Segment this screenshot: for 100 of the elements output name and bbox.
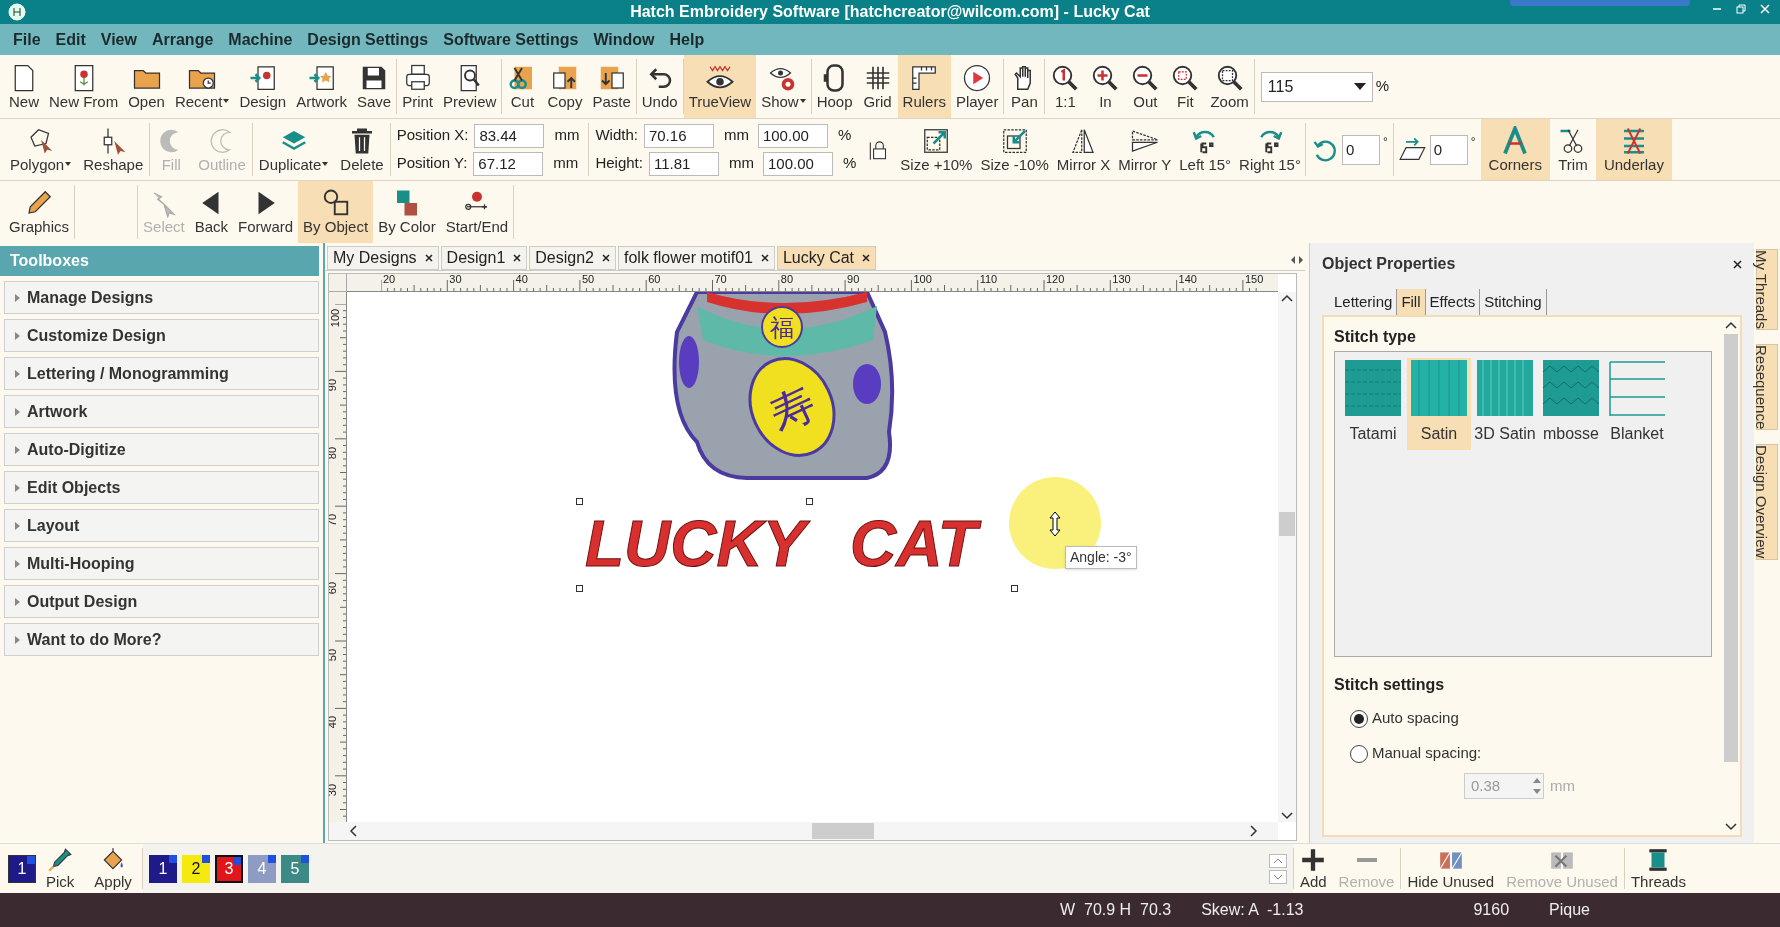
- toolbar-button[interactable]: Cut: [502, 55, 543, 118]
- radio-option[interactable]: Auto spacing: [1350, 701, 1712, 736]
- selection-handle[interactable]: [576, 585, 583, 592]
- toolbar-button[interactable]: Duplicate: [252, 119, 335, 180]
- toolbar-button[interactable]: Grid: [857, 55, 898, 118]
- toolbar-button[interactable]: Underlay: [1595, 119, 1672, 180]
- radio-button[interactable]: [1350, 709, 1368, 728]
- thread-swatch[interactable]: 1: [148, 854, 177, 883]
- toolbar-button[interactable]: Reshape: [77, 119, 150, 180]
- menu-item[interactable]: View: [93, 27, 144, 52]
- scroll-thumb[interactable]: [1724, 334, 1738, 762]
- menu-item[interactable]: File: [6, 27, 48, 52]
- toolbox-item[interactable]: Manage Designs: [4, 281, 319, 314]
- toolbar-button[interactable]: New From: [44, 55, 124, 118]
- scroll-thumb[interactable]: [1279, 512, 1295, 536]
- stitch-type-option[interactable]: mbosse: [1539, 358, 1603, 450]
- toolbar-button[interactable]: Player: [950, 55, 1004, 118]
- menu-item[interactable]: Software Settings: [436, 27, 586, 52]
- toolbox-item[interactable]: Auto-Digitize: [4, 433, 319, 466]
- toolbar-button[interactable]: Copy: [542, 55, 588, 118]
- menu-item[interactable]: Help: [662, 27, 712, 52]
- toolbar-button[interactable]: Preview: [438, 55, 502, 118]
- number-field[interactable]: 67.12: [473, 151, 544, 176]
- toolbar-button[interactable]: Back: [189, 181, 234, 243]
- thread-swatch[interactable]: 3: [214, 854, 243, 883]
- toolbar-button[interactable]: Print: [397, 55, 438, 118]
- horizontal-scrollbar[interactable]: [329, 822, 1278, 840]
- toolbar-button[interactable]: Paste: [587, 55, 636, 118]
- thread-swatch[interactable]: 5: [280, 854, 309, 883]
- toolbox-item[interactable]: Output Design: [4, 585, 319, 618]
- toolbar-button[interactable]: 1:1: [1045, 55, 1086, 118]
- zoom-combo[interactable]: 115: [1260, 71, 1373, 102]
- stitch-type-option[interactable]: 3D Satin: [1473, 358, 1537, 450]
- menu-item[interactable]: Window: [586, 27, 662, 52]
- toolbar-button[interactable]: Apply: [84, 844, 142, 893]
- toolbar-button[interactable]: Hide Unused: [1401, 844, 1501, 893]
- toolbar-button[interactable]: Pick: [36, 844, 85, 893]
- thread-swatch[interactable]: 2: [181, 854, 210, 883]
- vertical-scrollbar[interactable]: [1278, 292, 1296, 822]
- radio-option[interactable]: Manual spacing:: [1350, 736, 1712, 771]
- document-tab[interactable]: Design1: [440, 246, 528, 270]
- selection-handle[interactable]: [1011, 585, 1018, 592]
- toolbar-button[interactable]: Add: [1293, 844, 1333, 893]
- document-tab[interactable]: Design2: [529, 246, 616, 270]
- toolbar-button[interactable]: Graphics: [4, 181, 75, 243]
- toolbar-button[interactable]: By Object: [298, 181, 374, 243]
- toolbar-button[interactable]: Right 15°: [1235, 119, 1305, 180]
- document-tab[interactable]: Lucky Cat: [776, 246, 877, 270]
- toolbar-button[interactable]: Undo: [636, 55, 683, 118]
- toolbar-button[interactable]: Fit: [1165, 55, 1206, 118]
- toolbar-button[interactable]: Left 15°: [1175, 119, 1236, 180]
- toolbar-button[interactable]: Size -10%: [976, 119, 1053, 180]
- number-field[interactable]: 83.44: [474, 123, 545, 148]
- toolbox-item[interactable]: Layout: [4, 509, 319, 542]
- toolbar-button[interactable]: Artwork: [291, 55, 352, 118]
- toolbar-button[interactable]: Recent: [169, 55, 235, 118]
- toolbox-item[interactable]: Lettering / Monogramming: [4, 357, 319, 390]
- toolbox-item[interactable]: Artwork: [4, 395, 319, 428]
- toolbar-button[interactable]: Size +10%: [896, 119, 977, 180]
- angle-field[interactable]: 0: [1429, 134, 1468, 165]
- toolbar-button[interactable]: Open: [123, 55, 170, 118]
- toolbar-button[interactable]: Delete: [334, 119, 390, 180]
- radio-button[interactable]: [1350, 744, 1368, 763]
- toolbar-button[interactable]: Zoom: [1205, 55, 1254, 118]
- toolbar-button[interactable]: Polygon: [4, 119, 78, 180]
- stitch-type-option[interactable]: Tatami: [1341, 358, 1405, 450]
- angle-field[interactable]: 0: [1341, 134, 1380, 165]
- toolbar-button[interactable]: Trim: [1549, 119, 1596, 180]
- stitch-type-option[interactable]: Satin: [1407, 358, 1471, 450]
- document-tab[interactable]: My Designs: [327, 246, 439, 270]
- selection-handle[interactable]: [576, 498, 583, 505]
- document-tab[interactable]: folk flower motif01: [618, 246, 775, 270]
- number-field[interactable]: 11.81: [648, 151, 719, 176]
- toolbar-button[interactable]: Pan: [1004, 55, 1045, 118]
- toolbar-button[interactable]: By Color: [373, 181, 441, 243]
- toolbar-button[interactable]: Forward: [233, 181, 299, 243]
- thread-swatch[interactable]: 1: [8, 854, 36, 883]
- scroll-thumb[interactable]: [812, 823, 874, 839]
- menu-item[interactable]: Design Settings: [300, 27, 436, 52]
- toolbar-button[interactable]: Corners: [1480, 119, 1550, 180]
- toolbar-button[interactable]: New: [4, 55, 44, 118]
- toolbar-button[interactable]: Mirror X: [1052, 119, 1115, 180]
- toolbar-button[interactable]: Mirror Y: [1114, 119, 1176, 180]
- toolbox-item[interactable]: Customize Design: [4, 319, 319, 352]
- menu-item[interactable]: Edit: [48, 27, 93, 52]
- toolbox-item[interactable]: Want to do More?: [4, 623, 319, 656]
- toolbar-button[interactable]: Show: [756, 55, 811, 118]
- percent-field[interactable]: 100.00: [757, 123, 828, 148]
- percent-field[interactable]: 100.00: [762, 151, 833, 176]
- toolbar-button[interactable]: Design: [234, 55, 292, 118]
- toolbar-button[interactable]: Threads: [1624, 844, 1692, 893]
- toolbar-button[interactable]: Start/End: [440, 181, 514, 243]
- toolbox-item[interactable]: Edit Objects: [4, 471, 319, 504]
- toolbar-button[interactable]: Save: [351, 55, 397, 118]
- menu-item[interactable]: Machine: [221, 27, 300, 52]
- toolbar-button[interactable]: Rulers: [897, 55, 951, 118]
- stitch-type-option[interactable]: Blanket: [1605, 358, 1669, 450]
- selection-handle[interactable]: [806, 498, 813, 505]
- toolbar-button[interactable]: Hoop: [811, 55, 858, 118]
- toolbar-button[interactable]: Out: [1125, 55, 1166, 118]
